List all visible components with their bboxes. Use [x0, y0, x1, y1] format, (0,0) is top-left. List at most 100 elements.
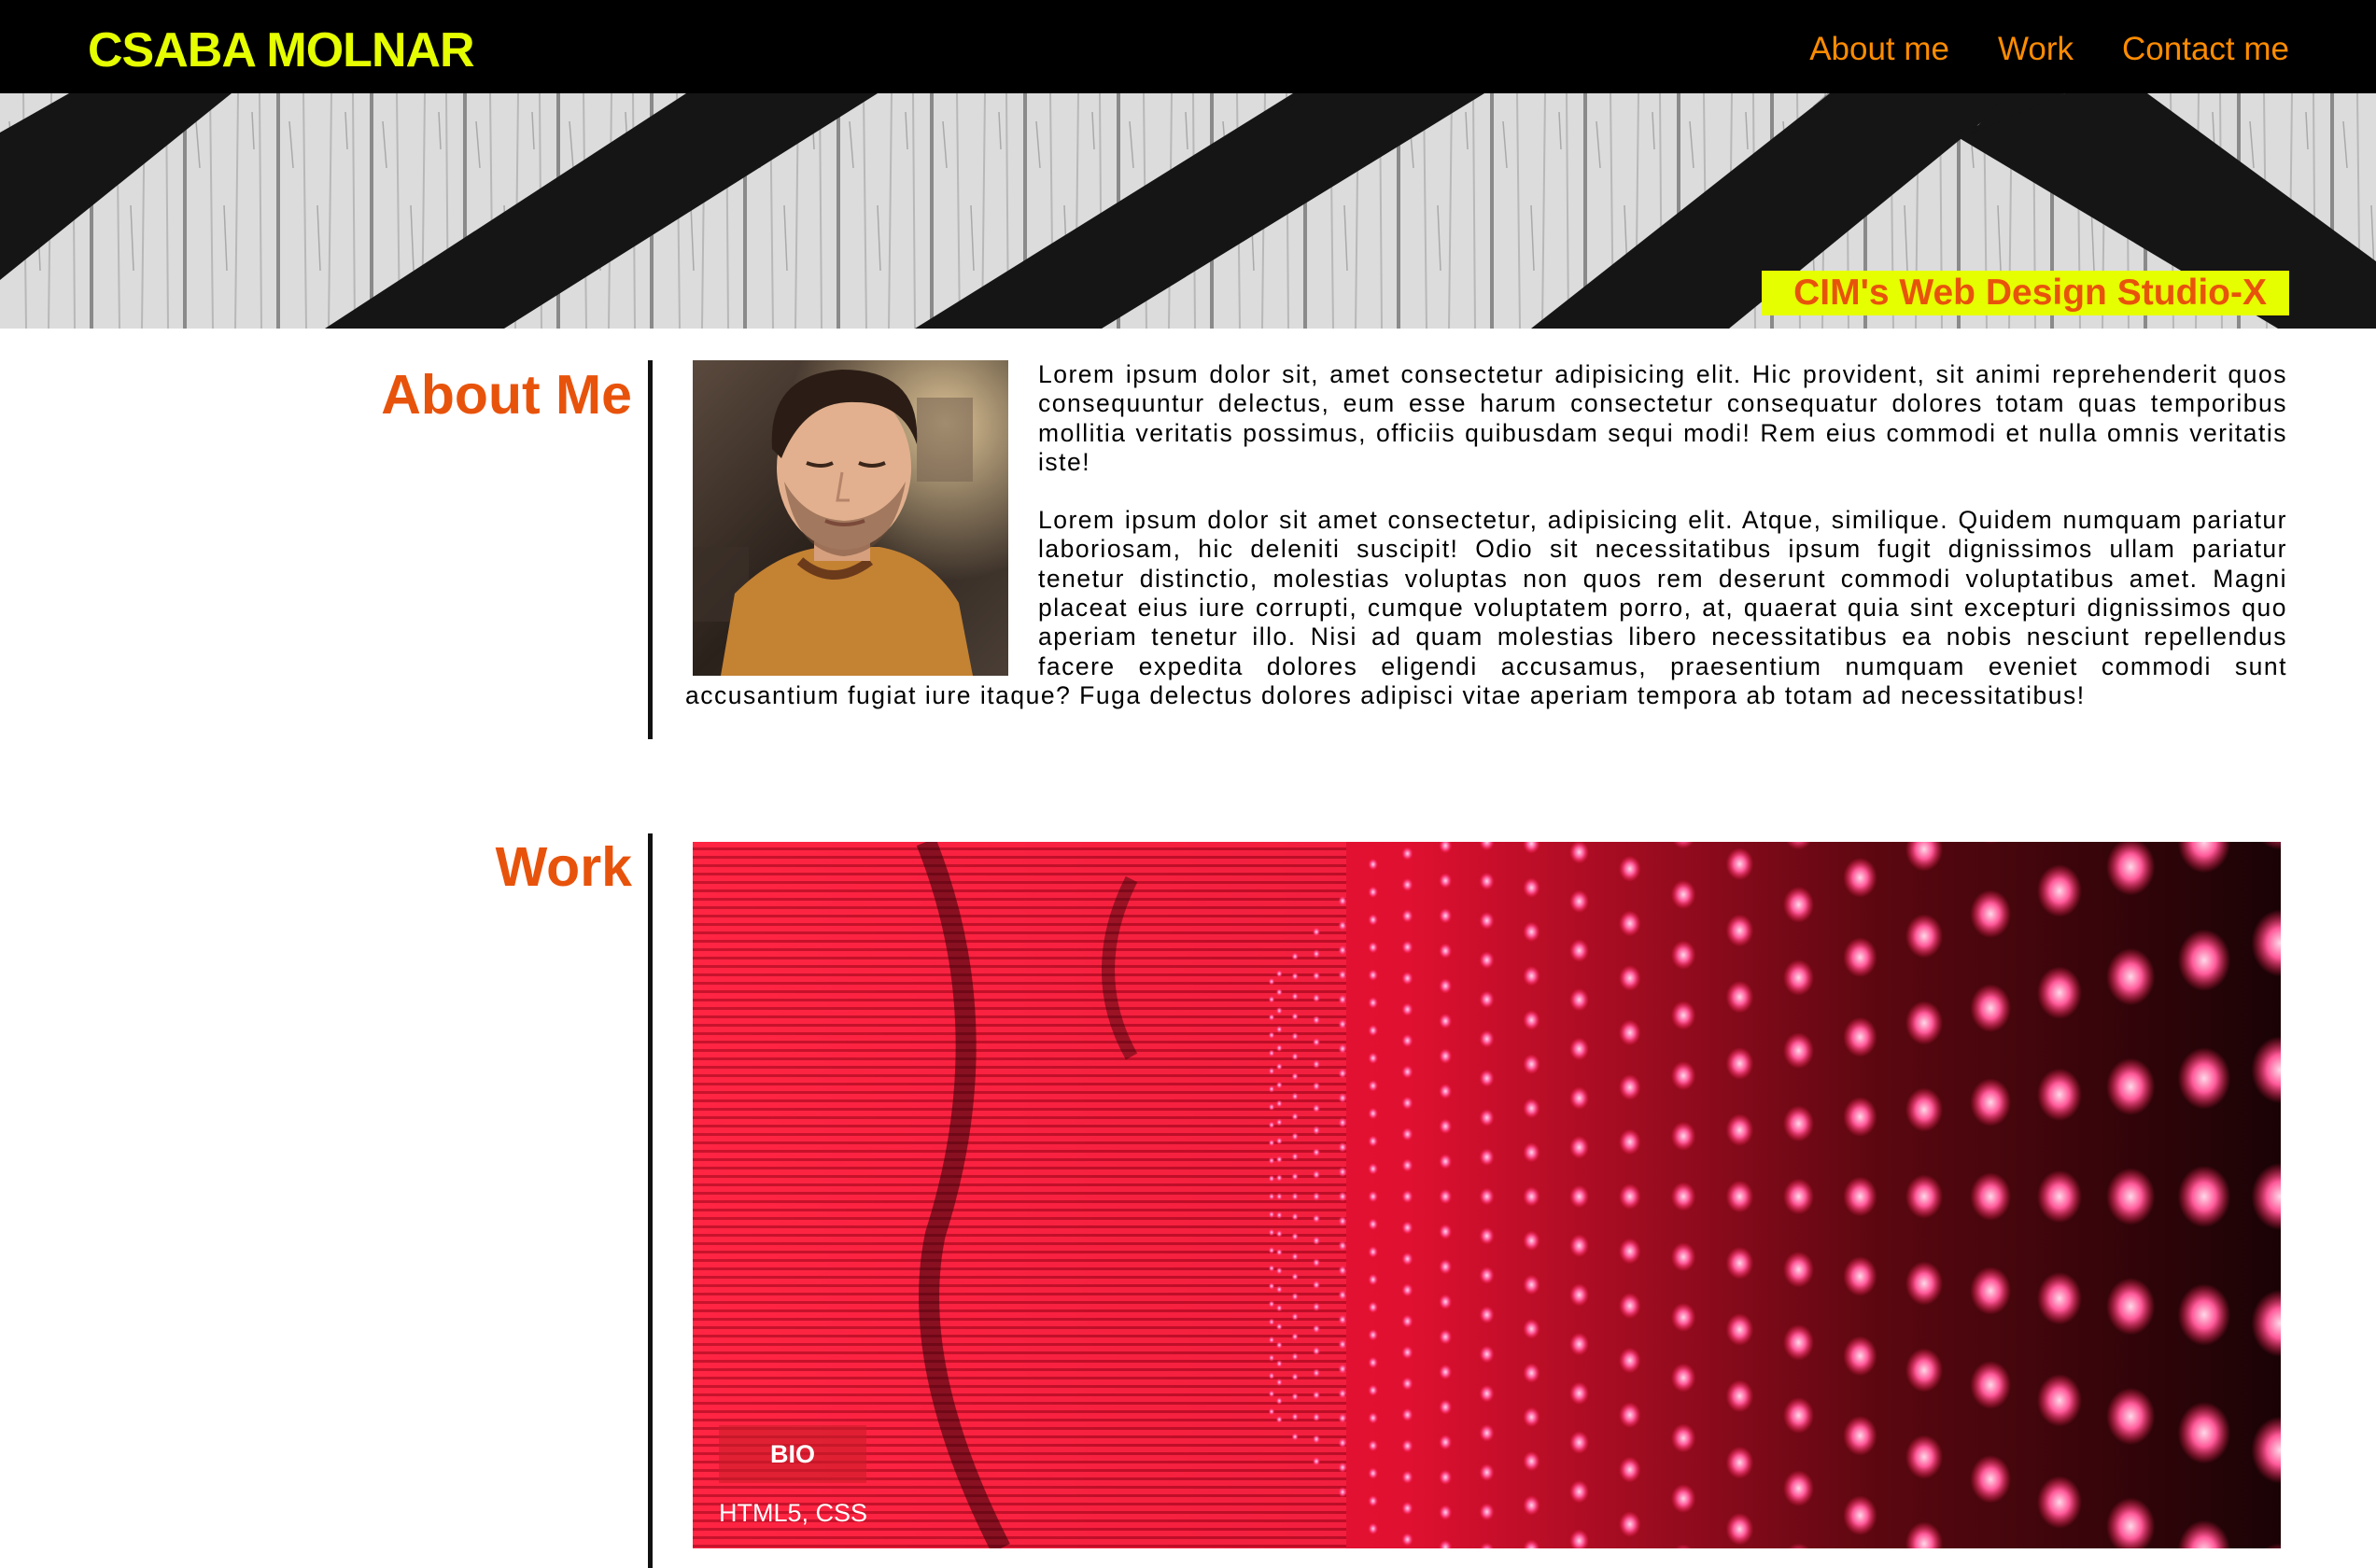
led-dot: [1439, 1118, 1453, 1135]
led-dot: [1523, 1098, 1540, 1119]
led-dot: [1312, 993, 1321, 1003]
led-dot: [1368, 1190, 1379, 1203]
led-dot: [1312, 1169, 1321, 1180]
led-dot: [1268, 1174, 1275, 1183]
led-dot: [1312, 1103, 1321, 1113]
work-project-label[interactable]: BIO: [719, 1425, 866, 1483]
led-dot: [1401, 1127, 1413, 1141]
led-dot: [1368, 1052, 1379, 1065]
led-dot: [1783, 1032, 1815, 1070]
led-dot: [1618, 1073, 1641, 1100]
led-dot: [1312, 1192, 1321, 1201]
led-dot: [1479, 1069, 1495, 1087]
led-dot: [1568, 1479, 1590, 1504]
led-dot: [1338, 1117, 1347, 1128]
led-dot: [1291, 1172, 1299, 1182]
led-dot: [1905, 1348, 1944, 1393]
led-dot: [1618, 855, 1641, 882]
led-dot: [1275, 1173, 1283, 1183]
led-dot: [1312, 927, 1321, 937]
led-dot: [1843, 1176, 1877, 1217]
led-dot: [1670, 940, 1696, 970]
led-dot: [1401, 1096, 1413, 1111]
led-dot: [1275, 987, 1283, 997]
led-dot: [1268, 1031, 1275, 1040]
led-dot: [1618, 964, 1641, 991]
led-dot: [1439, 1083, 1453, 1099]
led-dot: [1670, 1121, 1696, 1151]
led-dot: [1312, 971, 1321, 981]
led-dot: [1268, 1282, 1275, 1290]
led-dot: [1905, 914, 1944, 959]
led-dot: [1523, 1363, 1540, 1384]
led-dot: [1439, 873, 1453, 889]
led-dot: [1338, 1240, 1347, 1252]
led-dot: [1401, 1002, 1413, 1016]
led-dot: [1725, 1246, 1754, 1280]
led-dot: [1670, 1483, 1696, 1514]
led-dot: [1439, 1364, 1453, 1380]
led-dot: [1401, 1189, 1413, 1204]
led-dot: [1439, 1224, 1453, 1240]
led-dot: [1523, 1009, 1540, 1030]
led-dot: [1368, 1522, 1379, 1535]
led-dot: [1268, 1193, 1275, 1200]
led-dot: [1479, 1266, 1495, 1285]
led-dot: [1338, 945, 1347, 956]
led-dot: [1618, 1238, 1641, 1265]
led-dot: [1312, 1302, 1321, 1312]
led-dot: [1338, 1215, 1347, 1227]
led-dot: [1312, 1412, 1321, 1422]
led-dot: [1568, 889, 1590, 914]
nav-link-contact[interactable]: Contact me: [2122, 28, 2289, 70]
work-section-title: Work: [495, 836, 632, 898]
led-dot: [1439, 1328, 1453, 1345]
led-dot: [1725, 1379, 1754, 1413]
led-dot: [1368, 886, 1379, 899]
led-dot: [1291, 1252, 1299, 1261]
led-dot: [1368, 1439, 1379, 1452]
led-dot: [2177, 1283, 2231, 1346]
site-brand[interactable]: CSABA MOLNAR: [88, 22, 475, 78]
led-dot: [1368, 1328, 1379, 1341]
led-dot: [1970, 1078, 2012, 1127]
nav-link-work[interactable]: Work: [1998, 28, 2074, 70]
led-dot: [1291, 1112, 1299, 1121]
led-dot: [1843, 857, 1877, 898]
led-dot: [1401, 847, 1413, 861]
led-dot: [1843, 1336, 1877, 1377]
led-dot: [1268, 1156, 1275, 1165]
nav-link-about[interactable]: About me: [1809, 28, 1949, 70]
led-dot: [1439, 1188, 1453, 1205]
led-dot: [1568, 1381, 1590, 1406]
led-dot: [1312, 1081, 1321, 1091]
led-dot: [1368, 1301, 1379, 1314]
led-dot: [1479, 1029, 1495, 1048]
led-dot: [1275, 1304, 1283, 1312]
led-dot: [1725, 847, 1754, 881]
led-dot: [2177, 1165, 2231, 1228]
led-dot: [1338, 1166, 1347, 1178]
led-dot: [1368, 1273, 1379, 1286]
led-dot: [1268, 1211, 1275, 1219]
led-dot: [1368, 1079, 1379, 1092]
led-dot: [1275, 1378, 1283, 1387]
led-dot: [1401, 1345, 1413, 1360]
led-dot: [1568, 987, 1590, 1012]
led-dot: [2036, 1271, 2082, 1325]
led-dot: [1970, 1360, 2012, 1409]
led-dot: [1368, 1467, 1379, 1479]
led-dot: [1268, 1067, 1275, 1075]
led-dot: [1479, 1306, 1495, 1324]
led-dot: [1338, 1068, 1347, 1079]
work-project-card[interactable]: BIO HTML5, CSS: [693, 842, 2281, 1548]
led-dot: [1618, 1019, 1641, 1046]
led-dot: [1568, 1037, 1590, 1061]
led-dot: [1338, 1388, 1347, 1399]
led-dot: [1479, 1345, 1495, 1364]
led-dot: [1268, 977, 1275, 986]
led-dot: [1439, 1258, 1453, 1275]
led-dot: [1268, 1264, 1275, 1272]
led-dot: [1905, 1174, 1944, 1219]
led-dot: [1368, 996, 1379, 1009]
